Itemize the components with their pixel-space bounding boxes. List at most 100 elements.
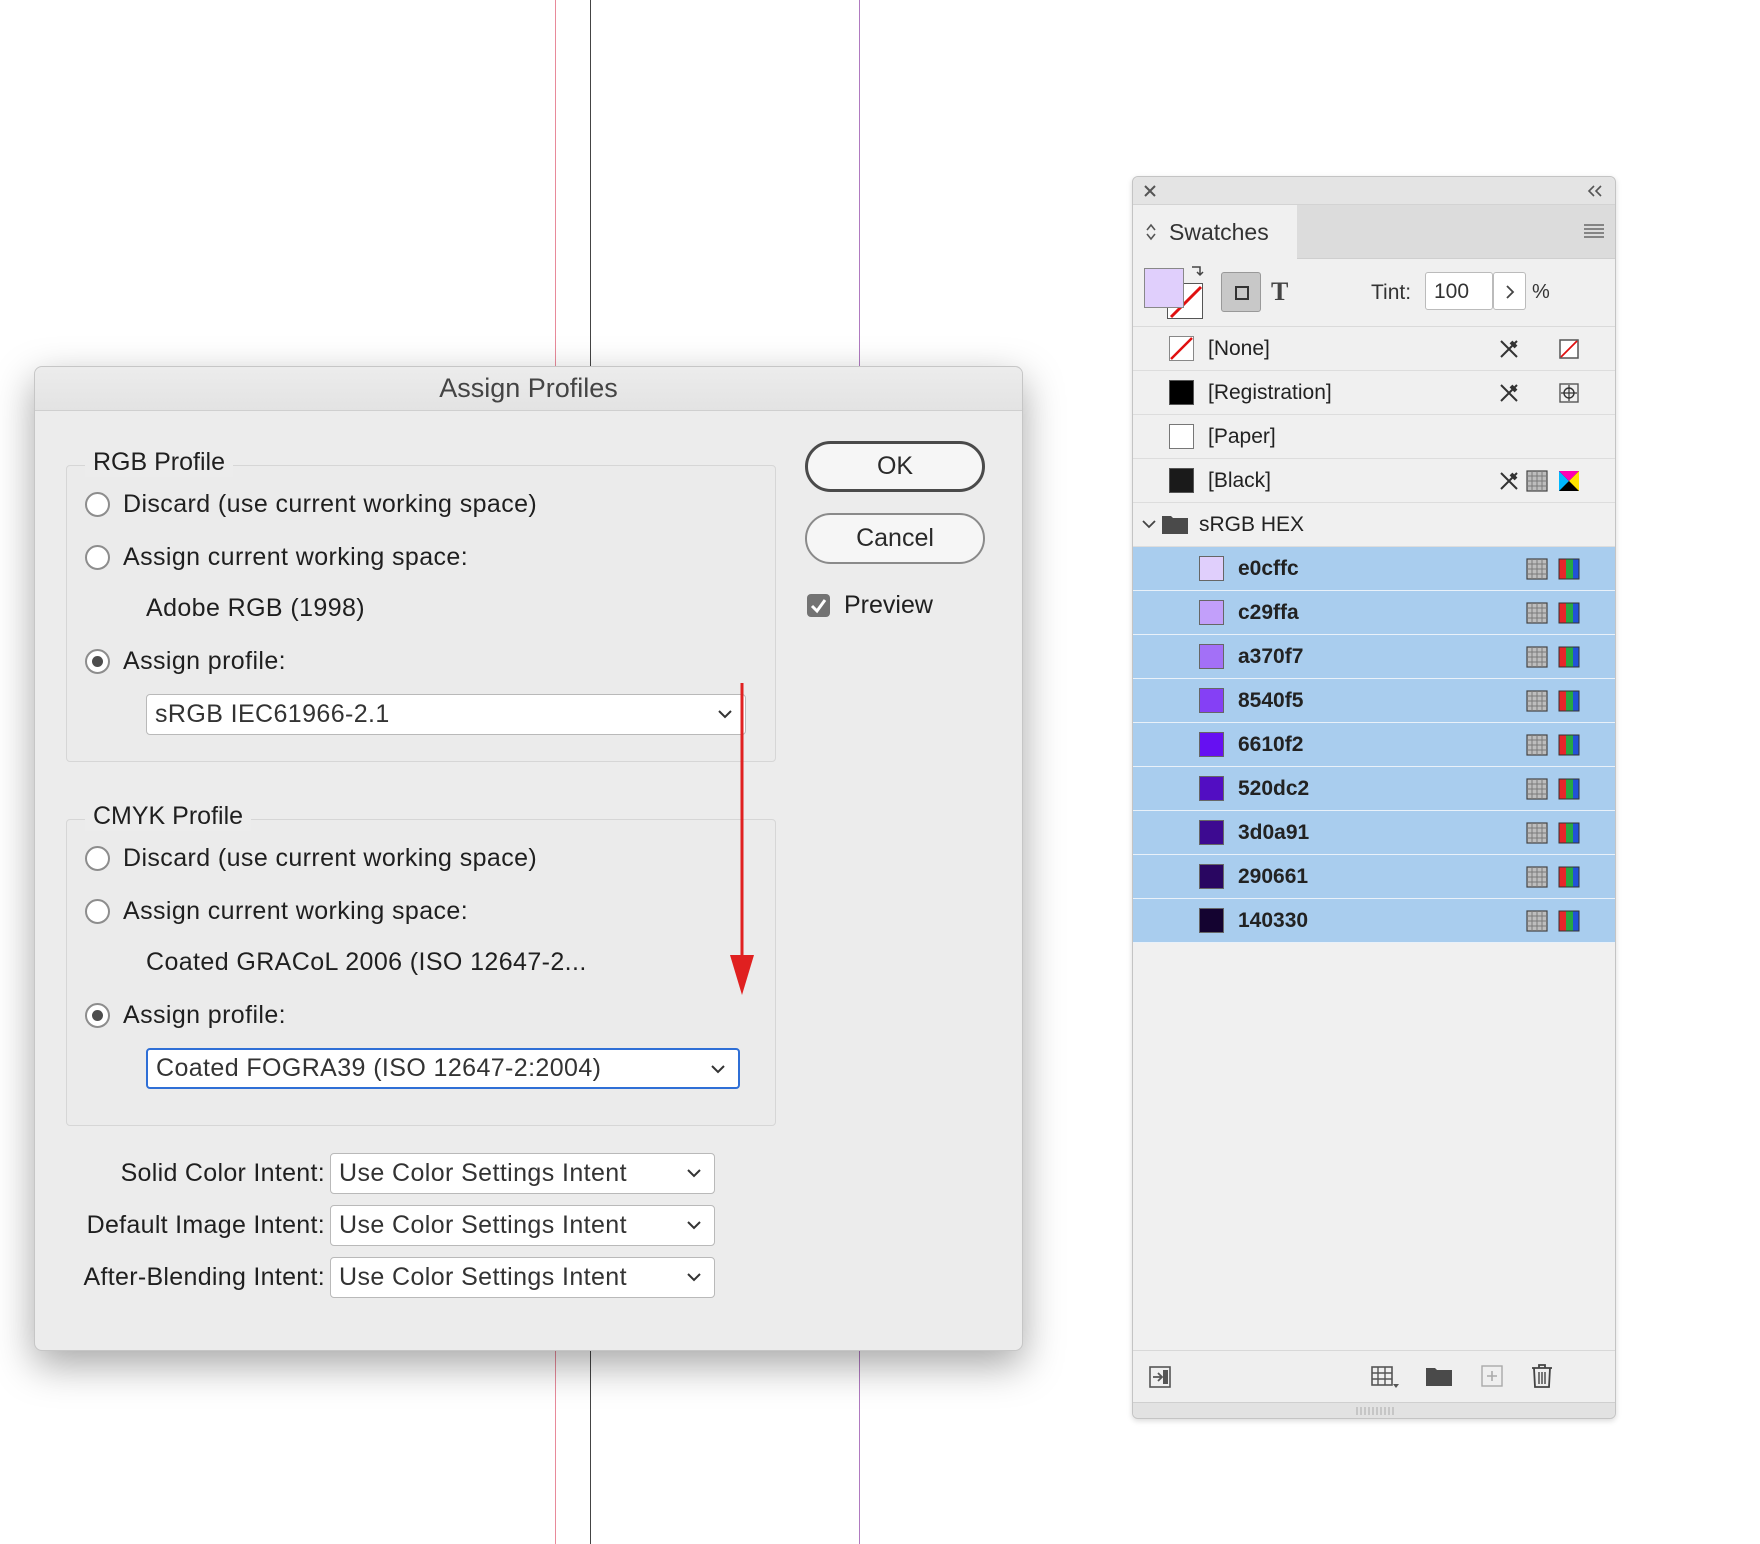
swatch-name: 8540f5 bbox=[1238, 688, 1304, 712]
radio-icon[interactable] bbox=[85, 492, 110, 517]
registration-mark-icon bbox=[1559, 382, 1579, 403]
after-blending-intent-select[interactable]: Use Color Settings Intent bbox=[330, 1257, 715, 1298]
process-color-icon bbox=[1526, 733, 1548, 756]
solid-color-intent-value: Use Color Settings Intent bbox=[339, 1159, 627, 1187]
swatch-color-chip bbox=[1199, 732, 1224, 757]
place-swatches-icon[interactable] bbox=[1147, 1364, 1173, 1390]
sort-arrows-icon bbox=[1146, 223, 1156, 241]
rgb-discard-label: Discard (use current working space) bbox=[123, 490, 538, 518]
cmyk-assign-current-option[interactable]: Assign current working space: bbox=[85, 897, 468, 926]
swatch-paper[interactable]: [Paper] bbox=[1133, 415, 1615, 459]
radio-icon[interactable] bbox=[85, 545, 110, 570]
swatch-row[interactable]: 140330 bbox=[1133, 899, 1615, 943]
chevron-down-icon bbox=[687, 1221, 701, 1230]
new-color-group-icon[interactable] bbox=[1425, 1365, 1453, 1387]
swatch-row[interactable]: 290661 bbox=[1133, 855, 1615, 899]
collapse-panel-icon[interactable] bbox=[1587, 185, 1603, 197]
rgb-mode-icon bbox=[1558, 822, 1580, 843]
cmyk-assign-profile-label: Assign profile: bbox=[123, 1001, 287, 1029]
radio-selected-icon[interactable] bbox=[85, 1003, 110, 1028]
cannot-edit-icon bbox=[1500, 339, 1518, 358]
rgb-profile-legend: RGB Profile bbox=[85, 448, 233, 477]
registration-swatch-chip bbox=[1169, 380, 1194, 405]
tint-slider-button[interactable] bbox=[1493, 272, 1526, 310]
annotation-arrow bbox=[730, 683, 754, 995]
swatches-panel: Swatches T Tint: 100 % [None] [Registrat… bbox=[1132, 176, 1616, 1419]
rgb-assign-profile-option[interactable]: Assign profile: bbox=[85, 647, 286, 676]
panel-header-strip bbox=[1133, 177, 1615, 205]
default-image-intent-select[interactable]: Use Color Settings Intent bbox=[330, 1205, 715, 1246]
swatch-row[interactable]: 3d0a91 bbox=[1133, 811, 1615, 855]
swatch-none[interactable]: [None] bbox=[1133, 327, 1615, 371]
cmyk-assign-profile-option[interactable]: Assign profile: bbox=[85, 1001, 286, 1030]
paper-swatch-chip bbox=[1169, 424, 1194, 449]
black-swatch-chip bbox=[1169, 468, 1194, 493]
preview-label: Preview bbox=[844, 591, 933, 619]
radio-icon[interactable] bbox=[85, 846, 110, 871]
radio-selected-icon[interactable] bbox=[85, 649, 110, 674]
rgb-mode-icon bbox=[1558, 646, 1580, 667]
swatch-row[interactable]: a370f7 bbox=[1133, 635, 1615, 679]
rgb-discard-option[interactable]: Discard (use current working space) bbox=[85, 490, 537, 519]
process-color-icon bbox=[1526, 601, 1548, 624]
chevron-down-icon[interactable] bbox=[1141, 518, 1157, 530]
trash-icon[interactable] bbox=[1531, 1363, 1553, 1389]
tint-label: Tint: bbox=[1371, 281, 1412, 304]
swatch-color-chip bbox=[1199, 864, 1224, 889]
chevron-down-icon bbox=[687, 1169, 701, 1178]
none-swatch-chip bbox=[1169, 336, 1194, 361]
swatch-group-folder[interactable]: sRGB HEX bbox=[1133, 503, 1615, 547]
swatch-row[interactable]: 6610f2 bbox=[1133, 723, 1615, 767]
swatch-view-icon[interactable] bbox=[1370, 1364, 1400, 1390]
default-image-intent-value: Use Color Settings Intent bbox=[339, 1211, 627, 1239]
cmyk-discard-option[interactable]: Discard (use current working space) bbox=[85, 844, 537, 873]
swatch-name: 290661 bbox=[1238, 864, 1309, 888]
cancel-button[interactable]: Cancel bbox=[805, 513, 985, 564]
swatch-row[interactable]: 8540f5 bbox=[1133, 679, 1615, 723]
cmyk-profile-select[interactable]: Coated FOGRA39 (ISO 12647-2:2004) bbox=[146, 1048, 740, 1089]
after-blending-intent-value: Use Color Settings Intent bbox=[339, 1263, 627, 1291]
solid-color-intent-select[interactable]: Use Color Settings Intent bbox=[330, 1153, 715, 1194]
swatch-name: [None] bbox=[1208, 336, 1270, 360]
group-name: sRGB HEX bbox=[1199, 512, 1305, 536]
swatch-name: [Paper] bbox=[1208, 424, 1276, 448]
checkmark-icon[interactable] bbox=[807, 594, 830, 617]
swatch-color-chip bbox=[1199, 644, 1224, 669]
swatch-row[interactable]: c29ffa bbox=[1133, 591, 1615, 635]
swatch-row[interactable]: e0cffc bbox=[1133, 547, 1615, 591]
dialog-title: Assign Profiles bbox=[35, 367, 1022, 411]
process-color-icon bbox=[1526, 777, 1548, 800]
close-icon[interactable] bbox=[1143, 184, 1157, 198]
swatch-color-chip bbox=[1199, 776, 1224, 801]
new-swatch-icon[interactable] bbox=[1481, 1365, 1503, 1387]
rgb-assign-current-option[interactable]: Assign current working space: bbox=[85, 543, 468, 572]
swatch-color-chip bbox=[1199, 908, 1224, 933]
panel-menu-icon[interactable] bbox=[1583, 223, 1605, 239]
swatch-row[interactable]: 520dc2 bbox=[1133, 767, 1615, 811]
text-format-button[interactable]: T bbox=[1271, 277, 1288, 307]
chevron-down-icon bbox=[687, 1273, 701, 1282]
swatch-color-chip bbox=[1199, 820, 1224, 845]
tab-swatches[interactable]: Swatches bbox=[1133, 205, 1297, 259]
ok-button[interactable]: OK bbox=[805, 441, 985, 492]
cmyk-profile-legend: CMYK Profile bbox=[85, 802, 252, 831]
swatch-registration[interactable]: [Registration] bbox=[1133, 371, 1615, 415]
rgb-assign-current-label: Assign current working space: bbox=[123, 543, 469, 571]
swatch-black[interactable]: [Black] bbox=[1133, 459, 1615, 503]
resize-grip[interactable] bbox=[1133, 1402, 1615, 1418]
swatch-name: 3d0a91 bbox=[1238, 820, 1310, 844]
preview-checkbox[interactable]: Preview bbox=[807, 591, 933, 620]
swatch-name: [Black] bbox=[1208, 468, 1272, 492]
square-icon bbox=[1235, 286, 1249, 300]
fill-proxy[interactable] bbox=[1144, 268, 1184, 308]
container-format-button[interactable] bbox=[1221, 272, 1261, 312]
assign-profiles-dialog: Assign Profiles RGB Profile Discard (use… bbox=[34, 366, 1023, 1351]
rgb-mode-icon bbox=[1558, 910, 1580, 931]
tint-input[interactable]: 100 bbox=[1425, 272, 1493, 310]
swatch-name: 520dc2 bbox=[1238, 776, 1310, 800]
rgb-working-space-name: Adobe RGB (1998) bbox=[146, 594, 366, 622]
radio-icon[interactable] bbox=[85, 899, 110, 924]
rgb-profile-select[interactable]: sRGB IEC61966-2.1 bbox=[146, 694, 746, 735]
swap-fill-stroke-icon[interactable] bbox=[1190, 264, 1204, 278]
process-color-icon bbox=[1526, 689, 1548, 712]
